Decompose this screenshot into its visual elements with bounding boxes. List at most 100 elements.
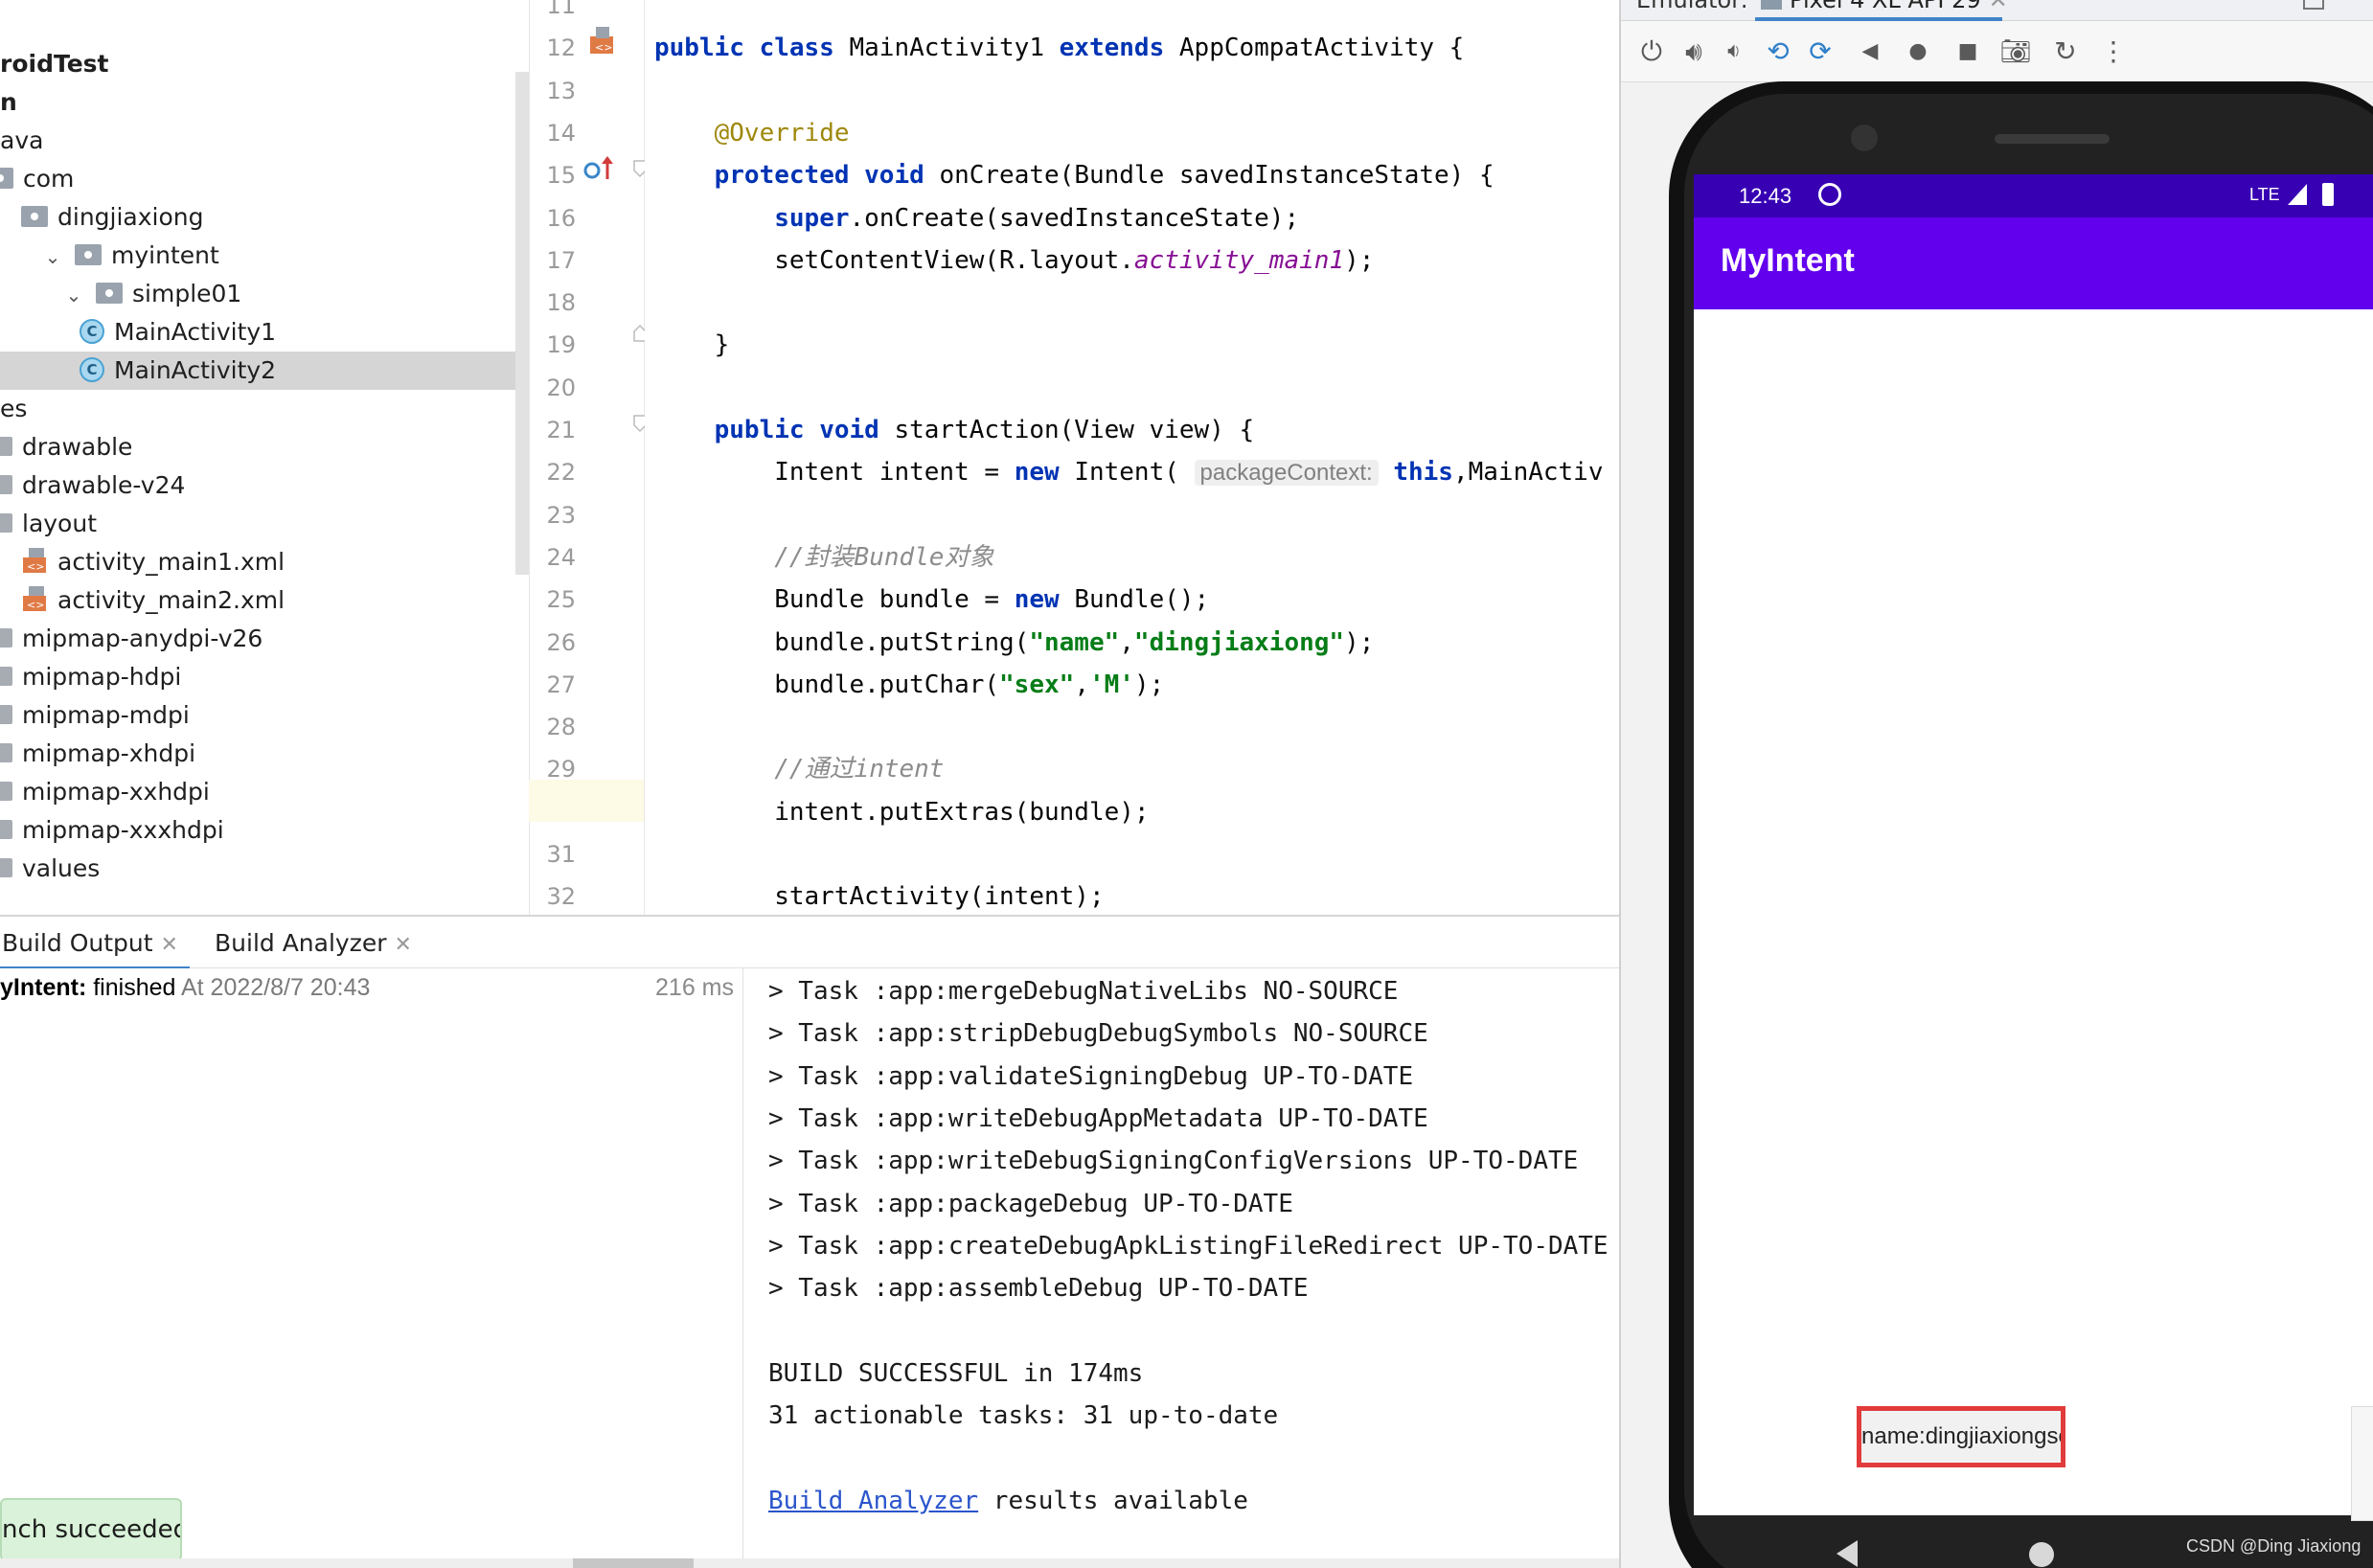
line-number[interactable]: 12 <box>530 27 576 69</box>
line-number[interactable]: 19 <box>530 324 576 366</box>
code-editor[interactable]: public class MainActivity1 extends AppCo… <box>645 0 1619 915</box>
more-icon[interactable]: ⋮ <box>2096 34 2131 69</box>
tree-item[interactable]: values <box>0 850 529 888</box>
code-line[interactable]: bundle.putChar("sex",'M'); <box>654 664 1164 706</box>
scrollbar-thumb[interactable] <box>573 1558 694 1568</box>
line-number[interactable]: 22 <box>530 451 576 493</box>
window-icon[interactable] <box>2303 0 2324 10</box>
tree-item[interactable]: mipmap-xxxhdpi <box>0 811 529 850</box>
tree-item[interactable]: ⌄ simple01 <box>0 275 529 313</box>
side-toolbar[interactable] <box>2351 1406 2373 1521</box>
package-folder-icon <box>75 244 102 265</box>
build-analyzer-link[interactable]: Build Analyzer <box>768 1487 978 1515</box>
nav-home-icon[interactable] <box>2029 1542 2054 1567</box>
home-icon[interactable]: ● <box>1901 34 1935 69</box>
line-number[interactable]: 28 <box>530 706 576 748</box>
line-number[interactable]: 25 <box>530 579 576 621</box>
line-number[interactable]: 23 <box>530 494 576 536</box>
tree-item[interactable]: mipmap-mdpi <box>0 696 529 735</box>
power-icon[interactable]: ⏻ <box>1634 34 1669 69</box>
chevron-down-icon[interactable]: ⌄ <box>63 276 84 314</box>
code-line[interactable]: public class MainActivity1 extends AppCo… <box>654 27 1464 69</box>
horizontal-scrollbar[interactable] <box>0 1558 1619 1568</box>
close-icon[interactable]: ✕ <box>161 933 178 957</box>
overview-icon[interactable]: ■ <box>1951 34 1985 69</box>
code-line[interactable]: Bundle bundle = new Bundle(); <box>654 579 1209 621</box>
line-number[interactable]: 26 <box>530 622 576 664</box>
override-gutter-icon[interactable] <box>582 154 615 183</box>
rotate-right-icon[interactable]: ⟳ <box>1803 34 1837 69</box>
tree-item[interactable]: drawable-v24 <box>0 466 529 505</box>
line-number[interactable]: 20 <box>530 367 576 409</box>
code-token: ); <box>1344 245 1375 275</box>
close-icon[interactable]: ✕ <box>1989 0 2008 13</box>
tree-item-label: layout <box>22 510 98 537</box>
tree-item[interactable]: mipmap-xhdpi <box>0 735 529 773</box>
line-number[interactable]: 31 <box>530 833 576 875</box>
tab-build-analyzer[interactable]: Build Analyzer ✕ <box>215 917 412 970</box>
code-line[interactable]: super.onCreate(savedInstanceState); <box>654 197 1299 239</box>
launch-toast[interactable]: nch succeeded <box>0 1498 182 1561</box>
tree-item[interactable]: n <box>0 83 529 122</box>
tree-item[interactable]: layout <box>0 505 529 543</box>
tree-item[interactable]: com <box>0 160 529 198</box>
snapshot-icon[interactable]: ↻ <box>2048 34 2083 69</box>
tree-item[interactable]: mipmap-anydpi-v26 <box>0 620 529 658</box>
line-number[interactable]: 24 <box>530 536 576 579</box>
build-item[interactable]: yIntent: finished At 2022/8/7 20:43 216 … <box>0 968 743 1007</box>
code-line[interactable]: } <box>654 324 730 366</box>
tree-item[interactable]: C MainActivity2 <box>0 352 529 390</box>
tree-item[interactable]: mipmap-xxhdpi <box>0 773 529 811</box>
tree-item[interactable]: C MainActivity1 <box>0 313 529 352</box>
line-number[interactable]: 16 <box>530 197 576 239</box>
code-line[interactable]: intent.putExtras(bundle); <box>654 791 1149 833</box>
rotate-left-icon[interactable]: ⟲ <box>1761 34 1795 69</box>
code-line[interactable]: @Override <box>654 112 850 154</box>
tree-item[interactable]: roidTest <box>0 45 529 83</box>
line-number[interactable]: 15 <box>530 154 576 196</box>
tree-scrollbar[interactable] <box>515 72 529 575</box>
code-line[interactable]: Intent intent = new Intent( packageConte… <box>654 451 1603 493</box>
code-line[interactable]: protected void onCreate(Bundle savedInst… <box>654 154 1495 196</box>
tab-build-output[interactable]: Build Output ✕ <box>0 917 190 970</box>
chevron-down-icon[interactable]: ⌄ <box>42 238 63 276</box>
code-line[interactable]: //通过intent <box>654 748 944 790</box>
volume-down-icon[interactable]: 🔉︎ <box>1717 34 1751 69</box>
tree-item[interactable]: <> activity_main2.xml <box>0 581 529 620</box>
tree-item[interactable]: ⌄ myintent <box>0 237 529 275</box>
code-line[interactable]: //封装Bundle对象 <box>654 536 993 579</box>
line-number[interactable]: 13 <box>530 70 576 112</box>
line-number[interactable]: 18 <box>530 282 576 324</box>
code-line[interactable]: setContentView(R.layout.activity_main1); <box>654 239 1374 282</box>
line-number[interactable]: 17 <box>530 239 576 282</box>
tree-item[interactable]: mipmap-hdpi <box>0 658 529 696</box>
tree-item[interactable]: dingjiaxiong <box>0 198 529 237</box>
tree-item[interactable]: <> activity_main1.xml <box>0 543 529 581</box>
line-number[interactable]: 21 <box>530 409 576 451</box>
line-number[interactable]: 14 <box>530 112 576 154</box>
tree-item[interactable]: ava <box>0 122 529 160</box>
line-number[interactable]: 32 <box>530 875 576 918</box>
screenshot-icon[interactable]: 📷︎ <box>1998 34 2033 69</box>
back-icon[interactable]: ◀ <box>1853 34 1887 69</box>
phone-screen[interactable]: 12:43 LTE MyIntent name:dingjiaxiongsex:… <box>1694 174 2373 1515</box>
build-console[interactable]: > Task :app:mergeDebugNativeLibs NO-SOUR… <box>744 968 1619 1568</box>
tab-label: Build Analyzer <box>215 929 387 957</box>
line-number[interactable]: 11 <box>530 0 576 27</box>
code-line[interactable]: startActivity(intent); <box>654 875 1104 915</box>
xml-layout-gutter-icon[interactable]: <> <box>588 25 615 56</box>
console-line: > Task :app:packageDebug UP-TO-DATE <box>768 1189 1293 1218</box>
tab-device[interactable]: Pixel 4 XL API 29 ✕ <box>1755 0 2008 21</box>
param-hint: packageContext: <box>1194 460 1379 487</box>
nav-back-icon[interactable] <box>1837 1540 1858 1567</box>
line-number[interactable]: 27 <box>530 664 576 706</box>
code-line[interactable]: public void startAction(View view) { <box>654 409 1255 451</box>
code-line[interactable]: bundle.putString("name","dingjiaxiong"); <box>654 622 1374 664</box>
volume-up-icon[interactable]: 🔊︎ <box>1677 34 1711 69</box>
tree-item[interactable]: es <box>0 390 529 428</box>
tree-item[interactable]: drawable <box>0 428 529 466</box>
close-icon[interactable]: ✕ <box>395 933 412 957</box>
